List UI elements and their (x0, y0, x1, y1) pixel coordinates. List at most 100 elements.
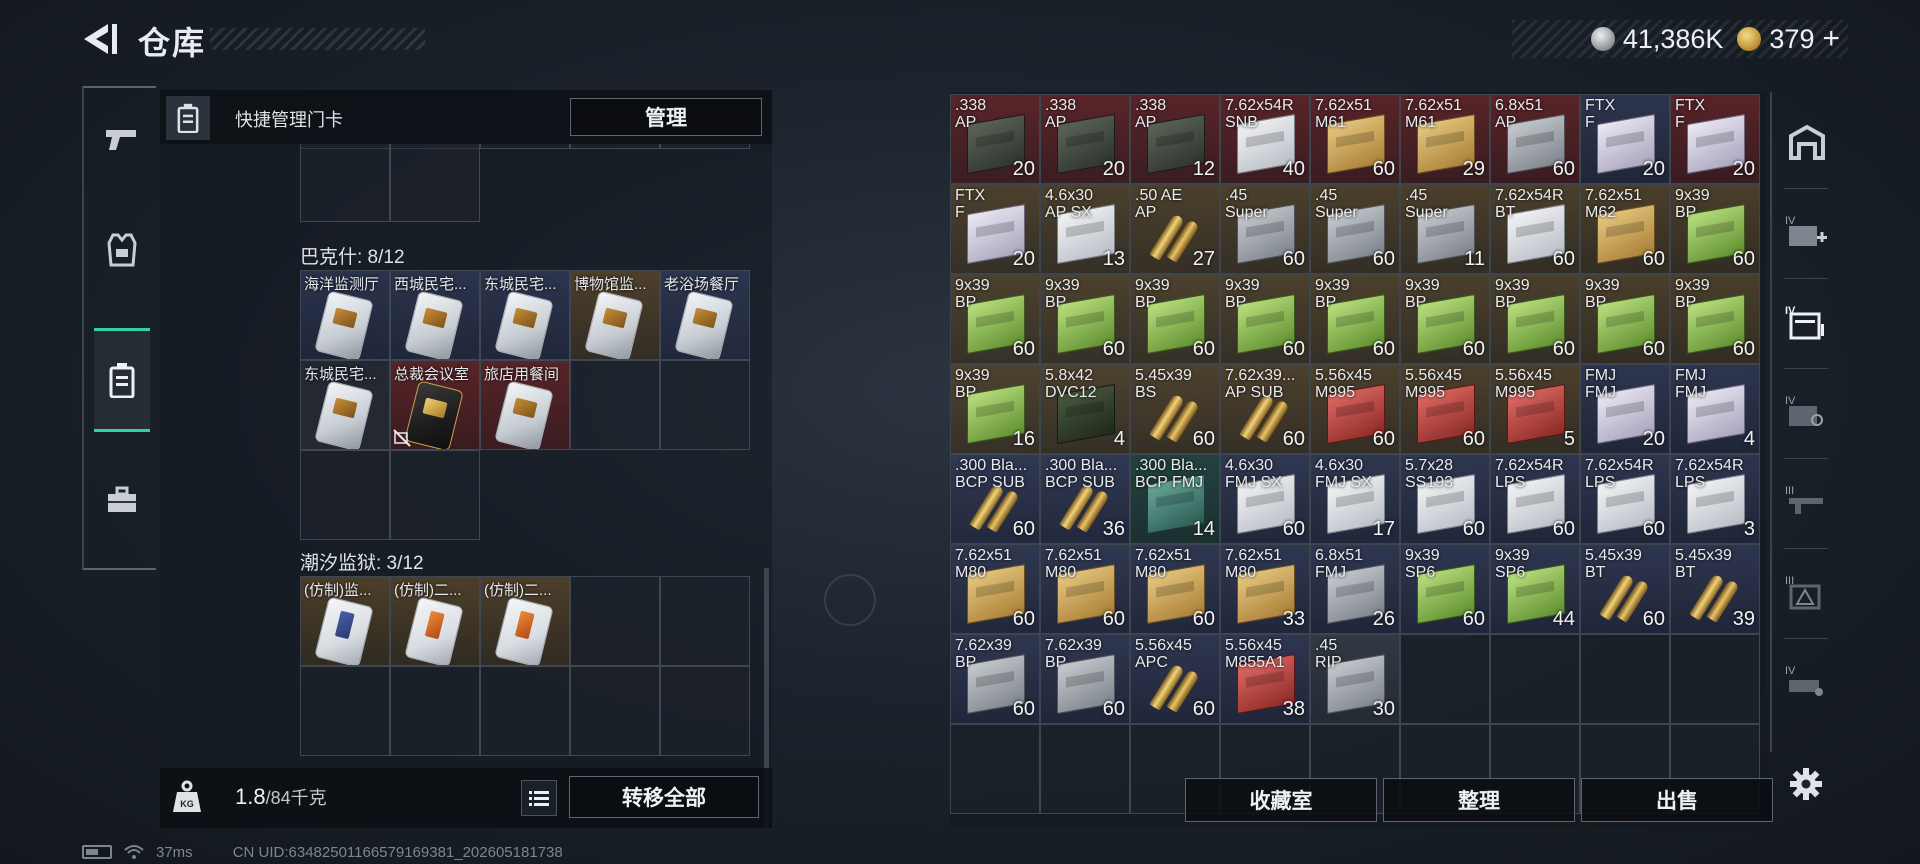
nav-keycards[interactable] (94, 328, 150, 432)
ammo-slot[interactable]: 7.62x54R LPS 60 (1580, 454, 1670, 544)
add-currency-button[interactable]: + (1822, 22, 1840, 56)
keycard-icon (314, 290, 374, 359)
ammo-slot[interactable]: 9x39 SP6 60 (1400, 544, 1490, 634)
ammo-slot[interactable]: 9x39 BP 60 (1670, 184, 1760, 274)
ammo-slot[interactable]: .300 Bla... BCP SUB 36 (1040, 454, 1130, 544)
ammo-slot[interactable]: 9x39 BP 60 (950, 274, 1040, 364)
ammo-slot[interactable]: 4.6x30 FMJ SX 60 (1220, 454, 1310, 544)
nav-weapons[interactable] (94, 88, 150, 192)
ammo-slot[interactable]: .45 RIP 30 (1310, 634, 1400, 724)
ammo-slot[interactable]: 7.62x51 M80 33 (1220, 544, 1310, 634)
ammo-slot[interactable]: 5.56x45 APC 60 (1130, 634, 1220, 724)
keycard-slot (660, 144, 750, 149)
ammo-slot[interactable]: 5.45x39 BT 60 (1580, 544, 1670, 634)
ammo-name: 9x39 BP (1495, 277, 1530, 311)
warehouse-tab-3-medical[interactable]: III (1782, 562, 1832, 622)
back-button[interactable] (80, 20, 120, 58)
ammo-slot[interactable]: FTX F 20 (950, 184, 1040, 274)
ammo-slot[interactable]: .338 AP 20 (1040, 94, 1130, 184)
ammo-slot[interactable]: 7.62x39 BP 60 (950, 634, 1040, 724)
ammo-slot[interactable]: .300 Bla... BCP SUB 60 (950, 454, 1040, 544)
keycard-slot[interactable]: (仿制)二... (480, 576, 570, 666)
ammo-slot[interactable]: 7.62x51 M61 60 (1310, 94, 1400, 184)
ammo-slot[interactable]: 5.56x45 M995 5 (1490, 364, 1580, 454)
ammo-slot[interactable]: .45 Super 60 (1310, 184, 1400, 274)
ammo-slot[interactable]: .45 Super 11 (1400, 184, 1490, 274)
ammo-slot[interactable]: 9x39 BP 60 (1310, 274, 1400, 364)
ammo-slot[interactable]: FTX F 20 (1580, 94, 1670, 184)
nav-tools[interactable] (94, 448, 150, 552)
ammo-slot[interactable]: FMJ FMJ 4 (1670, 364, 1760, 454)
organize-button[interactable]: 整理 (1383, 778, 1575, 822)
ammo-slot[interactable]: 6.8x51 AP 60 (1490, 94, 1580, 184)
ammo-slot[interactable]: 7.62x51 M61 29 (1400, 94, 1490, 184)
ammo-count: 60 (1372, 338, 1395, 360)
warehouse-tab-3-weapon[interactable]: III (1782, 472, 1832, 532)
ammo-slot[interactable]: 7.62x51 M80 60 (950, 544, 1040, 634)
keycard-slot[interactable]: 东城民宅... (480, 270, 570, 360)
keycard-slot[interactable]: 老浴场餐厅 (660, 270, 750, 360)
warehouse-tab-nav: IV IV IV III III IV (1770, 92, 1836, 752)
warehouse-tab-4-search[interactable]: IV (1782, 382, 1832, 442)
ammo-slot[interactable]: 9x39 BP 60 (1400, 274, 1490, 364)
nav-armor[interactable] (94, 198, 150, 302)
keycard-slot[interactable]: 海洋监测厅 (300, 270, 390, 360)
ammo-slot[interactable]: 9x39 BP 60 (1220, 274, 1310, 364)
ammo-slot[interactable]: 5.45x39 BS 60 (1130, 364, 1220, 454)
keycard-scroll-area[interactable]: 巴克什: 8/12 海洋监测厅 西城民宅... 东城民宅... 博物馆监... 老浴场餐… (160, 144, 772, 856)
collection-room-button[interactable]: 收藏室 (1185, 778, 1377, 822)
ammo-slot[interactable]: 9x39 BP 16 (950, 364, 1040, 454)
ammo-slot[interactable]: 9x39 BP 60 (1490, 274, 1580, 364)
ammo-slot[interactable]: 7.62x39 BP 60 (1040, 634, 1130, 724)
ammo-slot[interactable]: 7.62x54R LPS 3 (1670, 454, 1760, 544)
ammo-slot[interactable]: 5.56x45 M855A1 38 (1220, 634, 1310, 724)
manage-button[interactable]: 管理 (570, 98, 762, 136)
transfer-all-button[interactable]: 转移全部 (569, 776, 759, 818)
ammo-slot[interactable]: 5.8x42 DVC12 4 (1040, 364, 1130, 454)
ammo-slot[interactable]: .300 Bla... BCP FMJ 14 (1130, 454, 1220, 544)
keycard-slot[interactable]: (仿制)二... (390, 576, 480, 666)
ammo-slot[interactable]: .50 AE AP 27 (1130, 184, 1220, 274)
warehouse-tab-add[interactable]: IV (1782, 202, 1832, 262)
ammo-slot[interactable]: 5.45x39 BT 39 (1670, 544, 1760, 634)
ammo-slot[interactable]: 9x39 BP 60 (1130, 274, 1220, 364)
keycard-slot[interactable]: 博物馆监... (570, 270, 660, 360)
ammo-slot[interactable]: 7.62x51 M62 60 (1580, 184, 1670, 274)
ammo-name: .45 Super (1225, 187, 1268, 221)
warehouse-tab-4-active[interactable]: IV (1782, 292, 1832, 352)
ammo-slot[interactable]: 7.62x54R BT 60 (1490, 184, 1580, 274)
ammo-slot[interactable]: 5.56x45 M995 60 (1310, 364, 1400, 454)
ammo-slot[interactable]: .338 AP 12 (1130, 94, 1220, 184)
ammo-slot[interactable]: 9x39 BP 60 (1670, 274, 1760, 364)
keycard-slot[interactable]: 西城民宅... (390, 270, 480, 360)
ammo-slot[interactable]: 9x39 BP 60 (1580, 274, 1670, 364)
ammo-slot[interactable]: .338 AP 20 (950, 94, 1040, 184)
ammo-slot[interactable]: 5.7x28 SS193 60 (1400, 454, 1490, 544)
ammo-slot[interactable]: 9x39 BP 60 (1040, 274, 1130, 364)
keycard-slot[interactable]: 东城民宅... (300, 360, 390, 450)
ammo-slot[interactable]: 6.8x51 FMJ 26 (1310, 544, 1400, 634)
section-bakesh-label: 巴克什: 8/12 (300, 247, 405, 268)
warehouse-tab-4-gear[interactable]: IV (1782, 652, 1832, 712)
ammo-slot[interactable]: FTX F 20 (1670, 94, 1760, 184)
keycard-slot-empty (660, 360, 750, 450)
ammo-slot[interactable]: 7.62x51 M80 60 (1040, 544, 1130, 634)
sell-button[interactable]: 出售 (1581, 778, 1773, 822)
ammo-slot[interactable]: 7.62x54R SNB 40 (1220, 94, 1310, 184)
settings-button[interactable] (1784, 762, 1828, 806)
ammo-slot[interactable]: 4.6x30 AP SX 13 (1040, 184, 1130, 274)
ammo-slot[interactable]: 9x39 SP6 44 (1490, 544, 1580, 634)
keycard-slot[interactable]: 总裁会议室 (390, 360, 480, 450)
ammo-slot[interactable]: .45 Super 60 (1220, 184, 1310, 274)
ammo-slot[interactable]: 7.62x51 M80 60 (1130, 544, 1220, 634)
ammo-slot[interactable]: 5.56x45 M995 60 (1400, 364, 1490, 454)
list-view-button[interactable] (521, 780, 557, 816)
ammo-slot[interactable]: FMJ FMJ 20 (1580, 364, 1670, 454)
ammo-slot[interactable]: 7.62x39... AP SUB 60 (1220, 364, 1310, 454)
keycard-slot[interactable]: (仿制)监... (300, 576, 390, 666)
keycard-slot[interactable]: 旅店用餐间 (480, 360, 570, 450)
ammo-slot[interactable]: 4.6x30 FMJ SX 17 (1310, 454, 1400, 544)
ammo-slot[interactable]: 7.62x54R LPS 60 (1490, 454, 1580, 544)
ammo-name: 7.62x51 M80 (1225, 547, 1282, 581)
warehouse-tab-main[interactable] (1782, 112, 1832, 172)
